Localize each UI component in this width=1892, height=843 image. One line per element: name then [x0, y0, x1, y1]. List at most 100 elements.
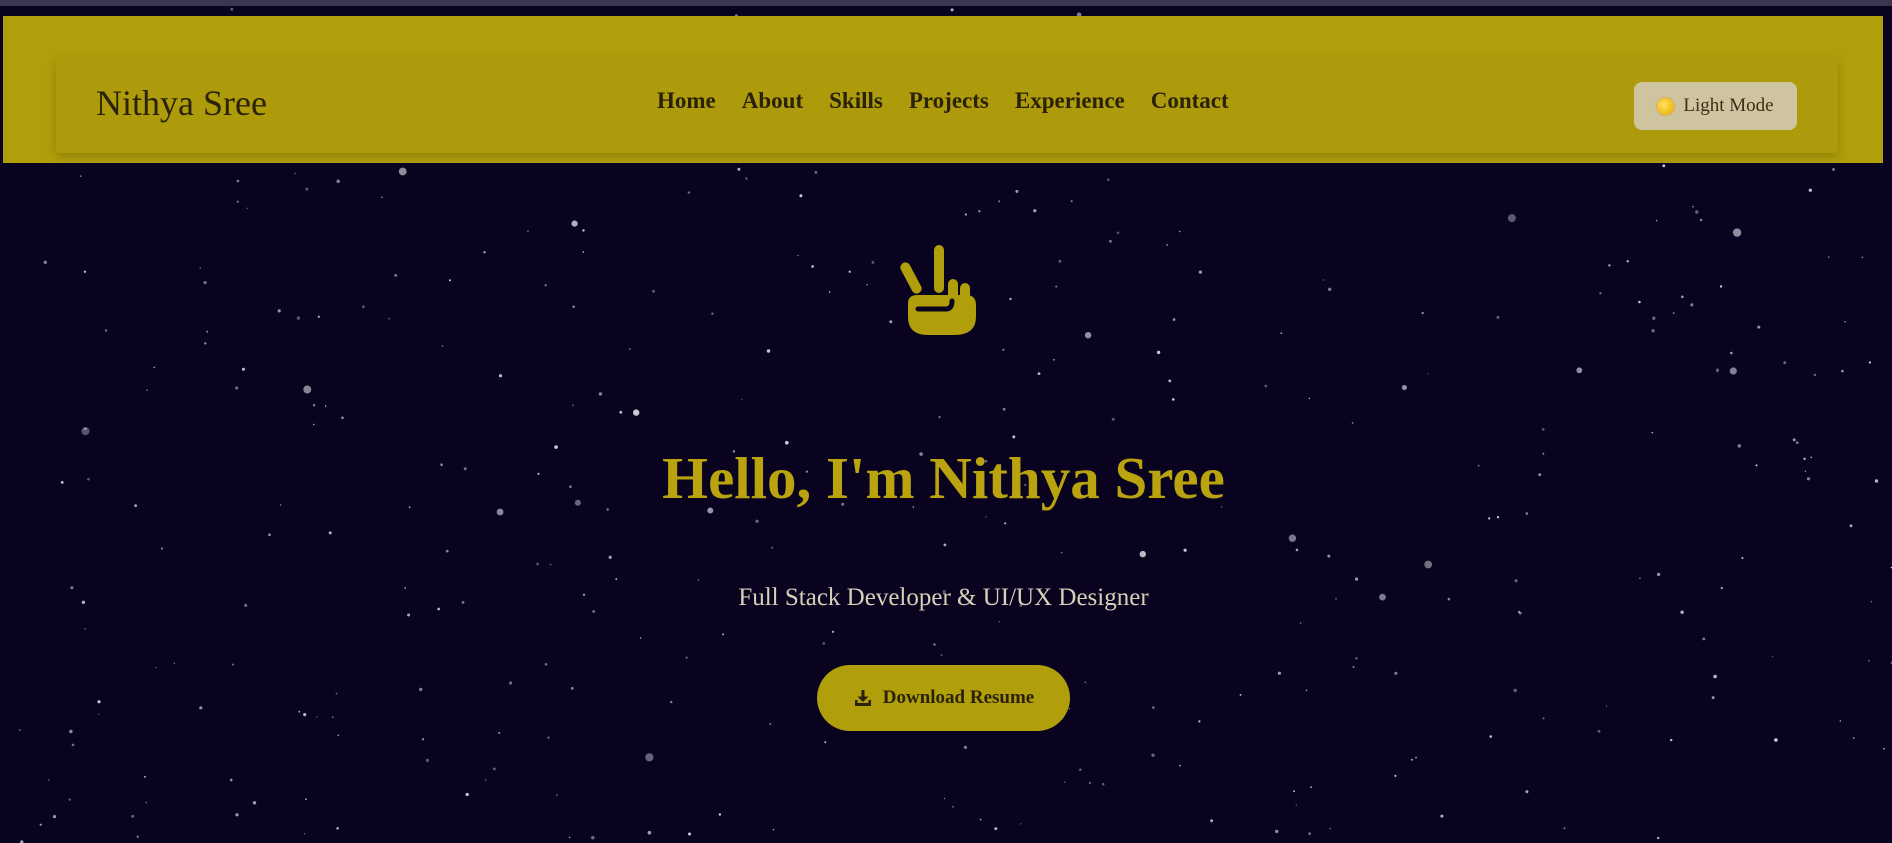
star [1813, 373, 1817, 377]
light-mode-label: Light Mode [1683, 95, 1774, 116]
star [305, 798, 307, 800]
star [268, 533, 271, 537]
star [1088, 781, 1092, 785]
brand-logo[interactable]: Nithya Sree [96, 82, 267, 124]
star [544, 283, 547, 287]
star [1058, 259, 1062, 263]
star [236, 179, 240, 183]
star [1198, 270, 1202, 274]
star [619, 410, 623, 414]
download-resume-button[interactable]: Download Resume [817, 665, 1070, 731]
star [71, 743, 75, 747]
star [711, 312, 714, 315]
nav-link-contact[interactable]: Contact [1151, 88, 1229, 114]
browser-top-strip [0, 0, 1892, 6]
star [1352, 666, 1355, 668]
sun-icon [1657, 97, 1675, 115]
star [312, 404, 316, 407]
star [1424, 560, 1433, 569]
nav-link-about[interactable]: About [742, 88, 803, 114]
star [828, 291, 831, 293]
star [1020, 823, 1022, 825]
star [1239, 694, 1242, 696]
star [1172, 398, 1175, 401]
star [608, 555, 612, 559]
star [1308, 397, 1311, 400]
star [235, 386, 239, 390]
star [1322, 279, 1325, 281]
star [328, 531, 332, 535]
star [1576, 367, 1583, 374]
star [445, 549, 449, 553]
star [1293, 790, 1295, 793]
star [766, 349, 771, 353]
star [1853, 737, 1855, 739]
star [572, 305, 575, 308]
star [571, 220, 578, 227]
star [246, 207, 248, 209]
star [1355, 657, 1358, 660]
hero-subtitle: Full Stack Developer & UI/UX Designer [738, 584, 1149, 611]
star [572, 404, 574, 406]
star [1639, 577, 1641, 580]
star [1394, 671, 1398, 675]
star [1084, 332, 1092, 339]
navbar: Nithya Sree Home About Skills Projects E… [56, 58, 1838, 153]
star [831, 630, 835, 633]
star [1525, 790, 1529, 794]
star [591, 836, 595, 840]
nav-link-home[interactable]: Home [657, 88, 716, 114]
star [1652, 316, 1656, 320]
peace-hand-icon [900, 245, 976, 335]
star [1656, 572, 1661, 577]
nav-link-experience[interactable]: Experience [1015, 88, 1125, 114]
star [629, 348, 631, 350]
star [978, 210, 981, 213]
star [615, 578, 618, 581]
star [1713, 674, 1717, 679]
star [131, 814, 135, 818]
star [822, 642, 826, 645]
star [331, 716, 334, 718]
star [1295, 548, 1299, 552]
star [1672, 312, 1675, 315]
star [848, 270, 851, 273]
star [483, 251, 486, 254]
star [1327, 554, 1331, 558]
star [1009, 297, 1012, 301]
star [1657, 836, 1660, 840]
light-mode-toggle-button[interactable]: Light Mode [1634, 82, 1797, 130]
star [1183, 548, 1187, 552]
star [1844, 321, 1846, 323]
star [199, 267, 201, 269]
star [1496, 516, 1500, 519]
star [647, 830, 652, 835]
star [1774, 738, 1778, 742]
star [235, 813, 239, 817]
star [324, 405, 327, 407]
star [994, 827, 998, 831]
star [84, 628, 86, 630]
nav-link-projects[interactable]: Projects [909, 88, 989, 114]
star [153, 366, 155, 369]
star [1415, 756, 1417, 759]
star [652, 289, 656, 293]
nav-link-skills[interactable]: Skills [829, 88, 883, 114]
star [317, 315, 320, 318]
star [1681, 295, 1684, 299]
star [568, 836, 571, 839]
star [421, 738, 425, 741]
star [1699, 218, 1703, 222]
star [1111, 417, 1115, 421]
star [1166, 243, 1169, 246]
star [465, 792, 469, 797]
star [336, 179, 341, 184]
star [1328, 287, 1332, 291]
star [206, 330, 209, 333]
star [582, 251, 585, 253]
star [814, 171, 818, 174]
star [556, 794, 558, 796]
star [155, 666, 157, 669]
star [979, 818, 982, 821]
star [303, 713, 307, 717]
